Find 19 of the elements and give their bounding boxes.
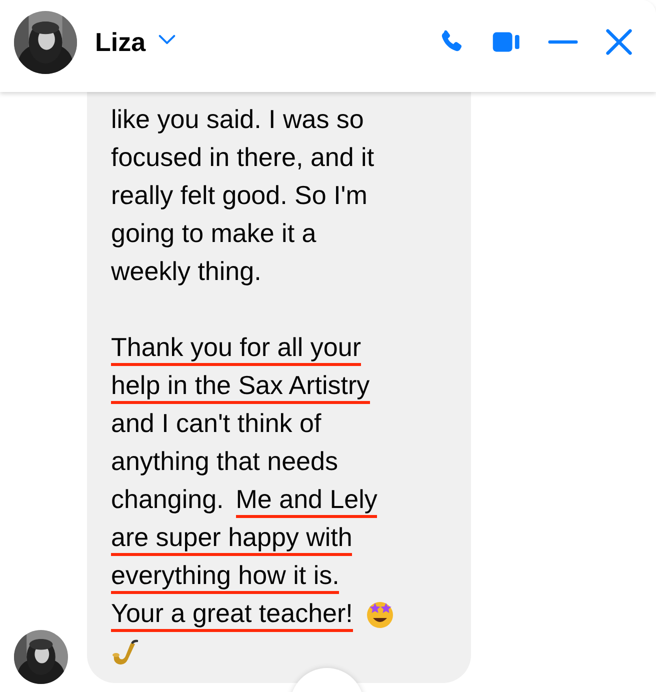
message-text: are super happy with: [111, 521, 352, 556]
message-text: help in the Sax Artistry: [111, 369, 370, 404]
message-text: Thank you for all your: [111, 331, 362, 366]
message-text: everything how it is.: [111, 559, 340, 594]
star-eyes-face-icon: [364, 599, 395, 629]
message-text: Me and Lely: [236, 483, 378, 518]
message-text: weekly thing.: [111, 255, 262, 287]
message-text: and I can't think of: [111, 407, 322, 439]
close-icon[interactable]: [604, 28, 634, 56]
message-text: going to make it a: [111, 217, 316, 249]
message-text: anything that needs: [111, 445, 338, 477]
contact-name[interactable]: Liza: [95, 26, 146, 58]
message-text: Your a great teacher!: [111, 597, 353, 632]
message-text: really felt good. So I'm: [111, 179, 368, 211]
chevron-down-icon[interactable]: [158, 34, 176, 44]
message-text: like you said. I was so: [111, 103, 364, 135]
message-text: changing.: [111, 483, 224, 515]
saxophone-icon: [111, 637, 141, 667]
message-text: focused in there, and it: [111, 141, 374, 173]
